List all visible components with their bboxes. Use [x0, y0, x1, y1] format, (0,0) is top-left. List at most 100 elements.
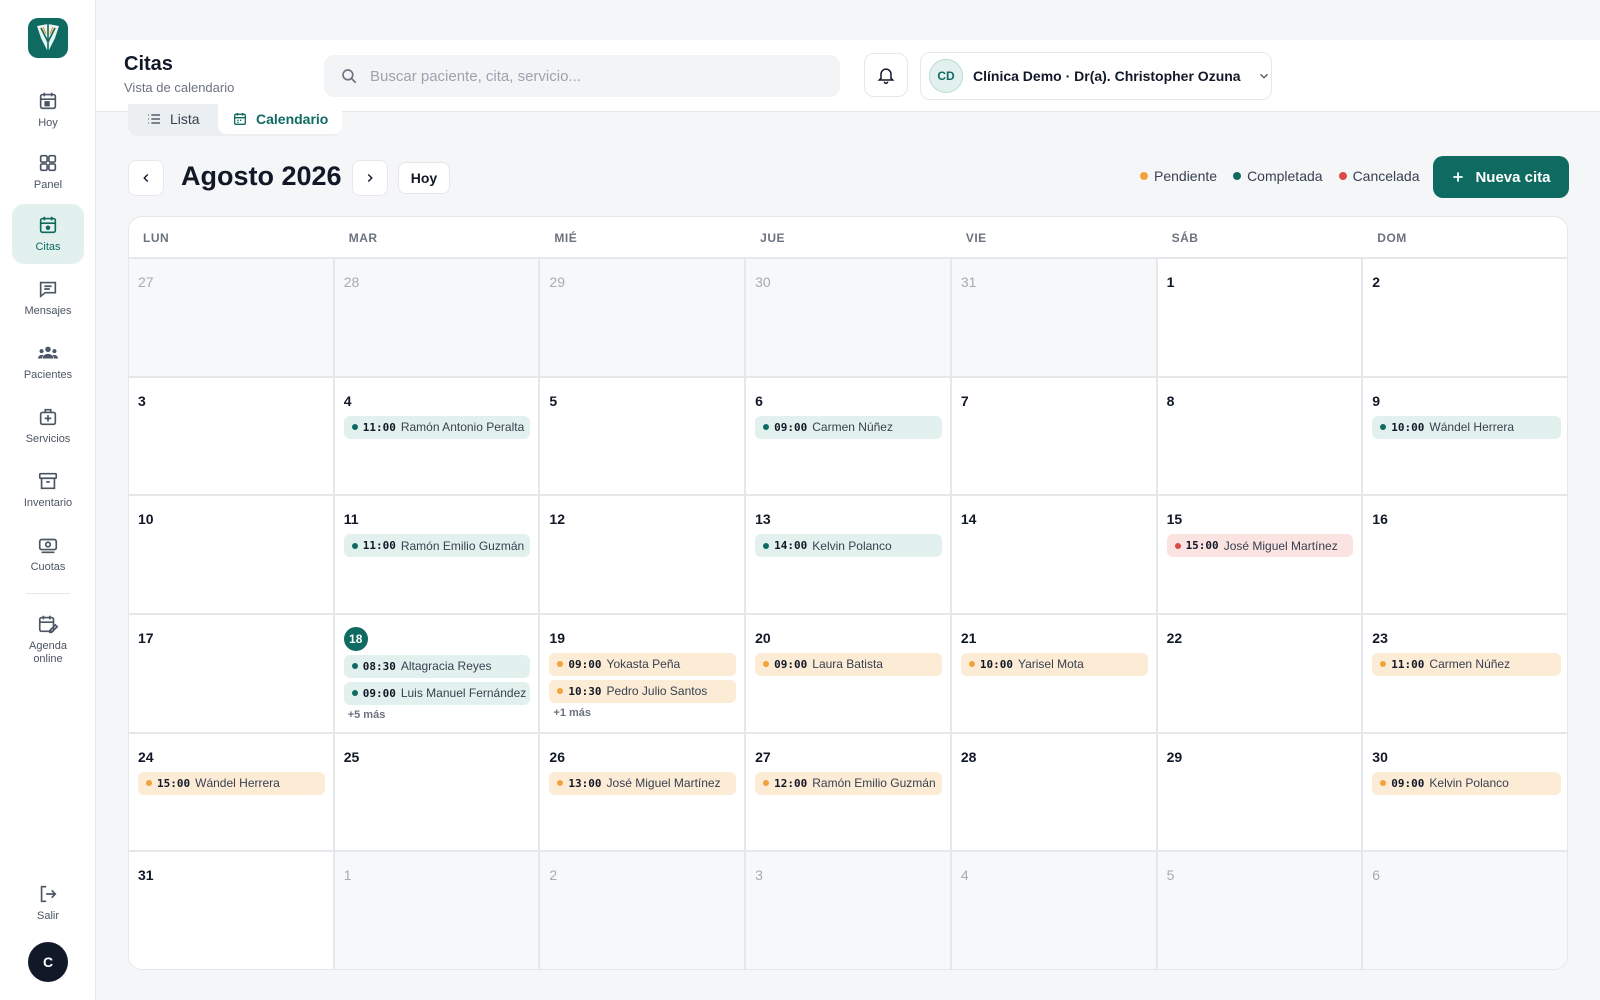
day-cell[interactable]: 11 11:00 Ramón Emilio Guzmán: [334, 496, 541, 615]
appointment-time: 11:00: [362, 420, 396, 434]
tab-calendario[interactable]: Calendario: [218, 104, 343, 134]
sidebar-divider: [26, 593, 70, 594]
appointment-chip[interactable]: 10:00 Wándel Herrera: [1372, 415, 1561, 439]
sidebar-item-citas[interactable]: Citas: [12, 204, 84, 264]
tab-lista[interactable]: Lista: [132, 104, 214, 134]
logout-icon: [40, 885, 57, 903]
appointment-chip[interactable]: 09:00 Yokasta Peña: [549, 652, 737, 676]
day-cell[interactable]: 27 12:00 Ramón Emilio Guzmán: [746, 733, 952, 853]
appointment-chip[interactable]: 10:30 Pedro Julio Santos: [549, 679, 737, 703]
day-cell[interactable]: 12: [540, 496, 747, 615]
day-cell[interactable]: 21 10:00 Yarisel Mota: [951, 614, 1158, 734]
day-cell[interactable]: 18 08:30 Altagracia Reyes 09:00 Luis Manuel …: [334, 614, 541, 734]
appointment-time: 09:00: [568, 657, 602, 671]
appointment-chip[interactable]: 11:00 Ramón Emilio Guzmán: [343, 534, 531, 558]
day-cell[interactable]: 10: [129, 496, 335, 615]
appointment-chip[interactable]: 09:00 Luis Manuel Fernández: [343, 681, 531, 705]
day-cell[interactable]: 3: [746, 852, 952, 969]
day-cell[interactable]: 25: [334, 733, 541, 853]
status-dot: [1380, 780, 1387, 787]
today-button[interactable]: Hoy: [398, 162, 450, 194]
appointment-chip[interactable]: 11:00 Carmen Núñez: [1372, 652, 1561, 676]
day-cell[interactable]: 15 15:00 José Miguel Martínez: [1157, 496, 1364, 615]
sidebar-item-mensajes[interactable]: Mensajes: [12, 268, 84, 328]
day-number: 31: [960, 274, 977, 290]
day-cell[interactable]: 31: [951, 259, 1158, 378]
search-bar[interactable]: [324, 55, 840, 97]
day-cell[interactable]: 26 13:00 José Miguel Martínez: [540, 733, 747, 853]
day-cell[interactable]: 29: [1157, 733, 1364, 853]
sidebar-item-agenda-online[interactable]: Agenda online: [12, 604, 84, 674]
prev-month-button[interactable]: [128, 160, 164, 196]
day-cell[interactable]: 2: [1363, 259, 1567, 378]
tab-lista-label: Lista: [170, 111, 200, 127]
day-cell[interactable]: 8: [1157, 377, 1364, 497]
appointment-chip[interactable]: 11:00 Ramón Antonio Peralta: [343, 415, 531, 439]
day-number: 6: [755, 392, 763, 409]
day-cell[interactable]: 4: [951, 852, 1158, 969]
next-month-button[interactable]: [352, 160, 388, 196]
sidebar-item-label: Servicios: [25, 433, 71, 445]
appointment-chip[interactable]: 12:00 Ramón Emilio Guzmán: [755, 771, 942, 795]
logo[interactable]: [28, 18, 68, 58]
appointment-chip[interactable]: 09:00 Carmen Núñez: [755, 415, 942, 439]
appointment-time: 10:00: [979, 657, 1013, 671]
search-input[interactable]: [370, 67, 810, 85]
money-icon: [38, 538, 58, 554]
day-cell[interactable]: 3: [129, 377, 335, 497]
day-cell[interactable]: 16: [1363, 496, 1567, 615]
day-cell[interactable]: 4 11:00 Ramón Antonio Peralta: [334, 377, 541, 497]
appointment-chip[interactable]: 15:00 José Miguel Martínez: [1166, 534, 1354, 558]
day-cell[interactable]: 22: [1157, 614, 1364, 734]
day-cell[interactable]: 31: [129, 852, 335, 969]
sidebar-item-panel[interactable]: Panel: [12, 142, 84, 202]
day-cell[interactable]: 5: [1157, 852, 1364, 969]
appointment-chip[interactable]: 09:00 Kelvin Polanco: [1372, 771, 1561, 795]
notifications-button[interactable]: [864, 53, 908, 97]
more-appointments-link[interactable]: +1 más: [549, 707, 736, 719]
day-cell[interactable]: 24 15:00 Wándel Herrera: [129, 733, 335, 853]
sidebar-item-pacientes[interactable]: Pacientes: [12, 332, 84, 392]
day-number: 4: [960, 867, 969, 884]
new-appointment-button[interactable]: Nueva cita: [1433, 156, 1569, 198]
page-title: Citas: [124, 53, 173, 75]
day-cell[interactable]: 14: [951, 496, 1158, 615]
sidebar-item-hoy[interactable]: Hoy: [12, 80, 84, 140]
appointment-chip[interactable]: 13:00 José Miguel Martínez: [549, 771, 737, 795]
logout-button[interactable]: Salir: [12, 878, 84, 928]
day-cell[interactable]: 30 09:00 Kelvin Polanco: [1363, 733, 1567, 853]
day-cell[interactable]: 28: [951, 733, 1158, 853]
day-cell[interactable]: 1: [1157, 259, 1364, 378]
appointment-chip[interactable]: 14:00 Kelvin Polanco: [755, 534, 942, 558]
day-cell[interactable]: 13 14:00 Kelvin Polanco: [746, 496, 952, 615]
appointment-chip[interactable]: 10:00 Yarisel Mota: [960, 652, 1148, 676]
clinic-selector[interactable]: CD Clínica Demo · Dr(a). Christopher Ozu…: [920, 52, 1272, 100]
day-cell[interactable]: 6: [1363, 852, 1567, 969]
day-cell[interactable]: 20 09:00 Laura Batista: [746, 614, 952, 734]
day-cell[interactable]: 23 11:00 Carmen Núñez: [1363, 614, 1567, 734]
user-avatar[interactable]: C: [28, 942, 68, 982]
sidebar-item-cuotas[interactable]: Cuotas: [12, 524, 84, 584]
sidebar-item-servicios[interactable]: Servicios: [12, 396, 84, 456]
more-appointments-link[interactable]: +5 más: [344, 709, 531, 721]
sidebar-item-inventario[interactable]: Inventario: [12, 460, 84, 520]
appointment-time: 13:00: [568, 776, 602, 790]
day-cell[interactable]: 28: [334, 259, 541, 378]
status-dot: [351, 690, 358, 697]
day-cell[interactable]: 30: [746, 259, 952, 378]
day-number: 29: [549, 274, 565, 290]
day-cell[interactable]: 19 09:00 Yokasta Peña 10:30 Pedro Julio Sant…: [540, 614, 747, 734]
day-cell[interactable]: 29: [540, 259, 747, 378]
day-cell[interactable]: 1: [334, 852, 541, 969]
day-cell[interactable]: 6 09:00 Carmen Núñez: [746, 377, 952, 497]
day-cell[interactable]: 9 10:00 Wándel Herrera: [1363, 377, 1567, 497]
day-cell[interactable]: 17: [129, 614, 335, 734]
day-number: 5: [1166, 867, 1175, 884]
appointment-chip[interactable]: 09:00 Laura Batista: [755, 652, 942, 676]
day-cell[interactable]: 27: [129, 259, 335, 378]
day-cell[interactable]: 2: [540, 852, 747, 969]
appointment-chip[interactable]: 08:30 Altagracia Reyes: [343, 654, 531, 678]
day-cell[interactable]: 5: [540, 377, 747, 497]
day-cell[interactable]: 7: [951, 377, 1158, 497]
appointment-chip[interactable]: 15:00 Wándel Herrera: [138, 771, 325, 795]
